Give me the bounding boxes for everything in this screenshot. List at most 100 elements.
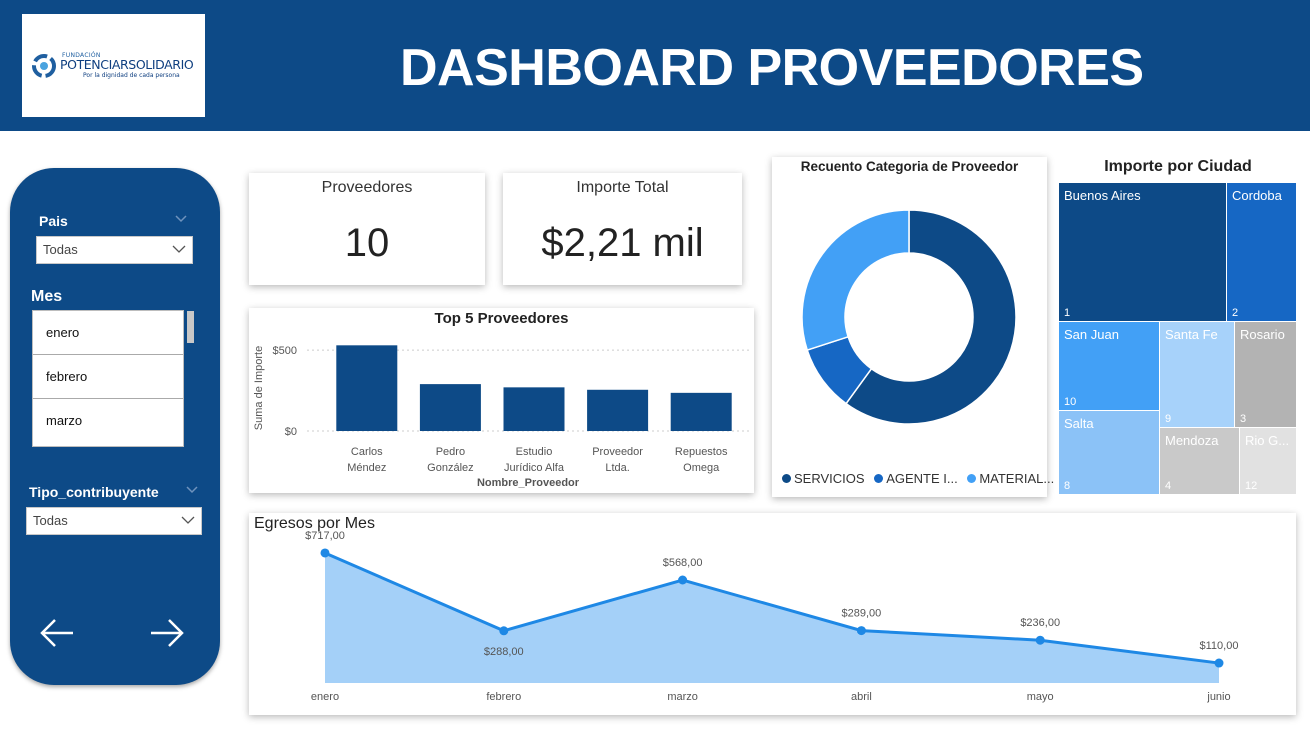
x-tick-label: Méndez [347, 462, 386, 474]
x-tick-label: Proveedor [592, 446, 643, 458]
x-tick-label: mayo [1027, 691, 1054, 703]
x-tick-label: Repuestos [675, 446, 728, 458]
treemap-cell-santa-fe[interactable]: Santa Fe 9 [1160, 322, 1235, 428]
data-label: $717,00 [305, 530, 345, 542]
kpi-importe-value: $2,21 mil [541, 221, 704, 265]
chevron-down-icon[interactable] [175, 215, 187, 223]
donut-slice [801, 209, 910, 352]
x-tick-label: marzo [667, 691, 698, 703]
bar [503, 387, 565, 431]
treemap-cell-label: Santa Fe [1165, 327, 1218, 342]
bar [419, 384, 481, 431]
area-chart: $717,00 enero $288,00 febrero $568,00 marzo $2… [305, 530, 1239, 703]
treemap-card: Importe por Ciudad Buenos Aires 1 Cordoba 2… [1055, 150, 1301, 498]
data-label: $289,00 [842, 608, 882, 620]
y-tick-label: $500 [273, 345, 297, 357]
pais-value: Todas [43, 242, 78, 257]
mes-item-enero[interactable]: enero [33, 311, 183, 355]
treemap-cell-cordoba[interactable]: Cordoba 2 [1227, 183, 1297, 322]
filter-panel: Pais Todas Mes enero febrero marzo Tipo_… [10, 168, 220, 685]
header-bar: FUNDACIÓN POTENCIARSOLIDARIO Por la dign… [0, 0, 1310, 131]
treemap-title: Importe por Ciudad [1104, 158, 1252, 175]
data-label: $568,00 [663, 557, 703, 569]
chevron-down-icon [181, 516, 195, 524]
arrow-right-icon[interactable] [149, 618, 185, 648]
data-point [1035, 635, 1045, 645]
x-tick-label: abril [851, 691, 872, 703]
kpi-proveedores-card: Proveedores 10 [249, 173, 485, 285]
top5-bar-chart-card: Top 5 Proveedores $500 $0 Suma de Importe C… [249, 308, 754, 493]
chevron-down-icon[interactable] [186, 486, 198, 494]
treemap-cell-mendoza[interactable]: Mendoza 4 [1160, 428, 1240, 495]
treemap-cell-label: Cordoba [1232, 188, 1282, 203]
tipo-label: Tipo_contribuyente [29, 484, 159, 500]
donut-legend: SERVICIOS AGENTE I... MATERIAL... [782, 471, 1060, 486]
x-tick-label: Carlos [351, 446, 383, 458]
chevron-down-icon [172, 245, 186, 253]
x-axis-label: Nombre_Proveedor [477, 477, 580, 489]
treemap-cell-salta[interactable]: Salta 8 [1059, 411, 1160, 495]
treemap-cell-rosario[interactable]: Rosario 3 [1235, 322, 1297, 428]
treemap-cell-count: 4 [1165, 480, 1172, 492]
treemap-cell-count: 3 [1240, 413, 1247, 425]
treemap-cell-rio-g[interactable]: Rio G... 12 [1240, 428, 1297, 495]
logo-main-text: POTENCIARSOLIDARIO [60, 57, 194, 72]
tipo-dropdown[interactable]: Todas [26, 507, 202, 535]
x-tick-label: Estudio [516, 446, 553, 458]
legend-swatch [874, 474, 884, 483]
data-point [499, 626, 509, 636]
legend-swatch [967, 474, 977, 483]
treemap-cell-san-juan[interactable]: San Juan 10 [1059, 322, 1160, 411]
mes-list: enero febrero marzo [32, 310, 184, 447]
data-label: $110,00 [1200, 640, 1239, 652]
data-point [678, 575, 688, 585]
treemap-cell-label: Salta [1064, 416, 1094, 431]
mes-label: Mes [31, 288, 63, 305]
kpi-importe-label: Importe Total [576, 179, 669, 196]
mes-item-febrero[interactable]: febrero [33, 355, 183, 399]
treemap-cell-label: Mendoza [1165, 433, 1219, 448]
treemap-cell-label: San Juan [1064, 327, 1119, 342]
treemap-cell-count: 1 [1064, 307, 1071, 319]
x-tick-label: Pedro [436, 446, 465, 458]
kpi-importe-card: Importe Total $2,21 mil [503, 173, 742, 285]
treemap-cell-count: 10 [1064, 396, 1077, 408]
treemap-cell-label: Rosario [1240, 327, 1285, 342]
donut-chart-card: Recuento Categoria de Proveedor SERVICIO… [772, 157, 1054, 497]
area-fill [325, 552, 1219, 683]
mes-item-marzo[interactable]: marzo [33, 399, 183, 443]
treemap-cell-count: 12 [1245, 480, 1258, 492]
kpi-proveedores-value: 10 [344, 221, 390, 265]
treemap: Buenos Aires 1 Cordoba 2 San Juan 10 Santa Fe 9… [1059, 183, 1297, 495]
x-tick-label: González [427, 462, 473, 474]
egresos-area-chart-card: Egresos por Mes $717,00 enero $288,00 febre… [249, 513, 1296, 715]
bar [587, 389, 649, 431]
arrow-left-icon[interactable] [39, 618, 75, 648]
kpi-proveedores-label: Proveedores [321, 179, 413, 196]
x-tick-label: Ltda. [605, 462, 629, 474]
treemap-cell-label: Rio G... [1245, 433, 1290, 448]
bar-chart: $500 $0 Suma de Importe Carlos Méndez Pedro Go… [253, 345, 749, 489]
data-label: $236,00 [1020, 617, 1060, 629]
x-tick-label: febrero [486, 691, 521, 703]
bar [336, 345, 398, 431]
legend-item: MATERIAL... [979, 471, 1055, 486]
treemap-cell-buenos-aires[interactable]: Buenos Aires 1 [1059, 183, 1227, 322]
pais-dropdown[interactable]: Todas [36, 236, 193, 264]
page-title: DASHBOARD PROVEEDORES [400, 39, 1144, 97]
mes-scrollbar[interactable] [187, 311, 194, 343]
legend-swatch [782, 474, 791, 483]
logo-tagline: Por la dignidad de cada persona [83, 72, 180, 79]
data-point [856, 626, 866, 636]
treemap-cell-count: 9 [1165, 413, 1172, 425]
legend-item: AGENTE I... [886, 471, 958, 486]
treemap-cell-count: 2 [1232, 307, 1239, 319]
logo-mark-icon [32, 54, 56, 78]
x-tick-label: enero [311, 691, 339, 703]
legend-item: SERVICIOS [794, 471, 865, 486]
donut-chart [801, 209, 1017, 425]
x-tick-label: junio [1206, 691, 1230, 703]
x-tick-label: Omega [683, 462, 720, 474]
pais-label: Pais [39, 213, 68, 229]
data-label: $288,00 [484, 646, 524, 658]
